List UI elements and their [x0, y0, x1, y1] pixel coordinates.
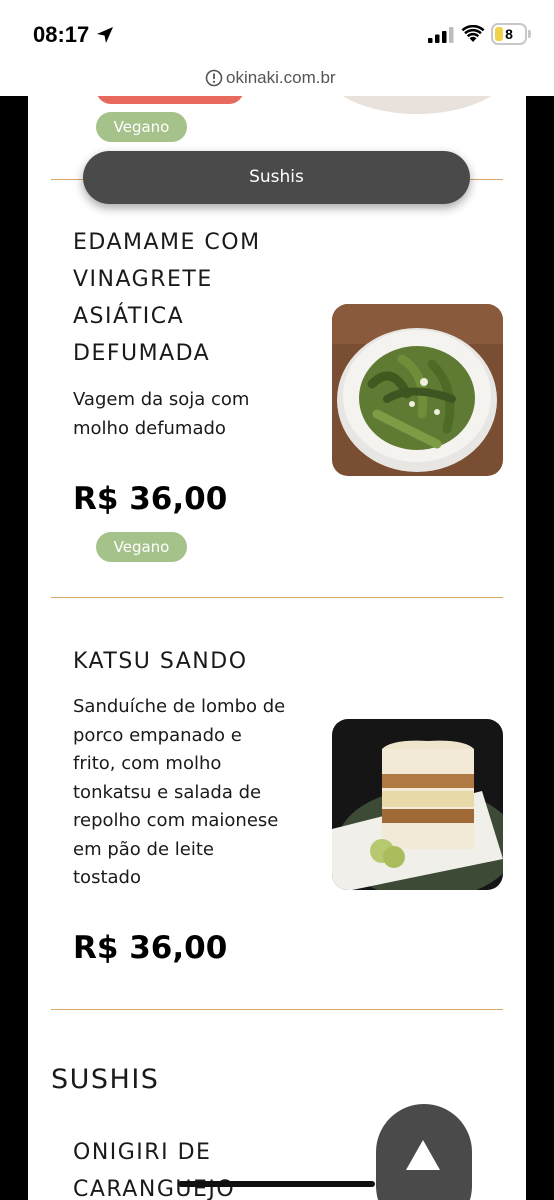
battery-percent: 8: [505, 26, 513, 42]
triangle-up-icon: [406, 1140, 440, 1170]
section-title: SUSHIS: [51, 1064, 160, 1095]
wifi-icon: [461, 25, 485, 42]
vegan-badge: Vegano: [96, 532, 187, 562]
dish-title: ONIGIRI DE CARANGUEJO: [73, 1140, 236, 1200]
edamame-image[interactable]: [332, 304, 503, 476]
home-indicator[interactable]: [178, 1181, 375, 1187]
cellular-signal-icon: [428, 27, 454, 43]
dish-title: KATSU SANDO: [73, 649, 248, 674]
spicy-badge: Pouco Picante: [96, 96, 244, 104]
url-bar[interactable]: okinaki.com.br: [0, 62, 554, 96]
status-bar: 08:17 8: [0, 0, 554, 62]
info-circle-icon[interactable]: [205, 69, 223, 87]
battery-cap: [528, 30, 531, 38]
vegan-badge: Vegano: [96, 112, 187, 142]
divider: [51, 1009, 503, 1010]
status-time: 08:17: [33, 22, 90, 47]
divider: [51, 597, 503, 598]
dish-title: EDAMAME COM VINAGRETE ASIÁTICA DEFUMADA: [73, 230, 261, 366]
katsu-sando-image[interactable]: [332, 719, 503, 890]
battery-indicator: 8: [491, 23, 527, 45]
sticky-category-pill[interactable]: Sushis: [83, 151, 470, 204]
previous-dish-image: [332, 96, 503, 136]
dish-description: Sanduíche de lombo de porco empanado e f…: [73, 696, 286, 888]
location-arrow-icon: [97, 27, 113, 43]
url-text[interactable]: okinaki.com.br: [226, 68, 336, 88]
menu-page[interactable]: Pouco Picante Vegano EDAMAME COM VINAGRE…: [28, 96, 526, 1200]
dish-price: R$ 36,00: [73, 481, 228, 517]
scroll-top-button[interactable]: [376, 1104, 472, 1200]
dish-description: Vagem da soja com molho defumado: [73, 389, 250, 439]
dish-price: R$ 36,00: [73, 930, 228, 966]
